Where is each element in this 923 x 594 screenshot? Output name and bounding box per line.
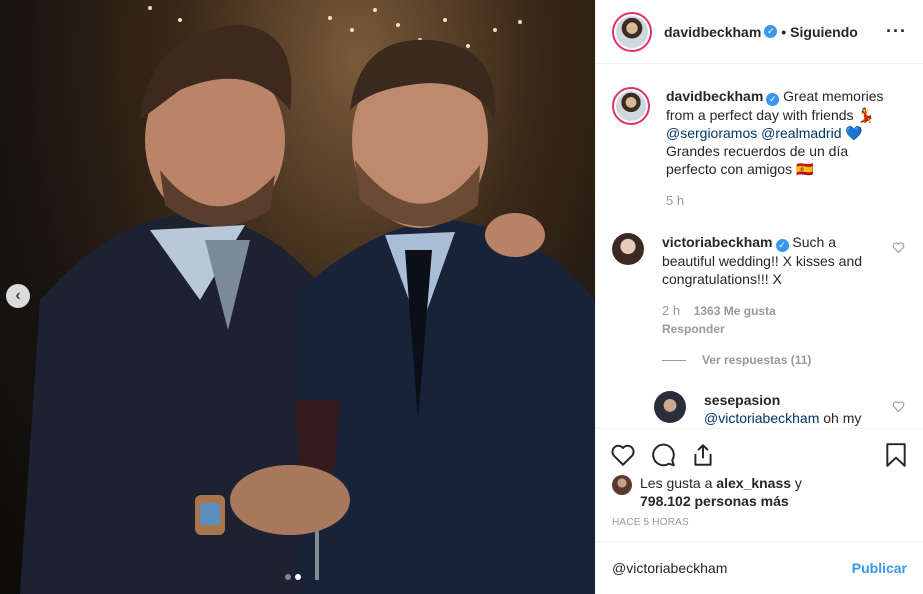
caption: davidbeckham ✓ Great memories from a perf… bbox=[596, 87, 923, 210]
mention-sergioramos[interactable]: @sergioramos bbox=[666, 125, 757, 141]
comment-item: victoriabeckham ✓ Such a beautiful weddin… bbox=[596, 233, 923, 338]
author-avatar[interactable] bbox=[612, 11, 652, 52]
comment-composer: @victoriabeckham Publicar bbox=[596, 541, 923, 594]
blue-heart-emoji-icon: 💙 bbox=[845, 125, 863, 141]
post-header: davidbeckham ✓ • Siguiendo ··· bbox=[596, 0, 923, 64]
commenter-avatar[interactable] bbox=[612, 233, 644, 265]
ellipsis-icon[interactable]: ··· bbox=[886, 21, 907, 42]
comment-meta: 2 h 1363 Me gusta bbox=[662, 302, 888, 320]
reply-button[interactable]: Responder bbox=[662, 320, 888, 338]
verified-badge-icon: ✓ bbox=[764, 25, 778, 38]
reply-body: sesepasion @victoriabeckham oh my bbox=[704, 391, 874, 427]
caption-body: davidbeckham ✓ Great memories from a perf… bbox=[666, 87, 892, 210]
replies-divider bbox=[662, 359, 686, 361]
view-replies-label: Ver respuestas (11) bbox=[702, 353, 812, 367]
caption-time: 5 h bbox=[666, 193, 685, 208]
verified-badge-icon: ✓ bbox=[766, 93, 780, 106]
author-username[interactable]: davidbeckham bbox=[664, 24, 761, 40]
commenter-username[interactable]: victoriabeckham bbox=[662, 234, 773, 250]
comment-time: 2 h bbox=[662, 303, 681, 318]
carousel-dots bbox=[285, 574, 301, 580]
save-bookmark-icon[interactable] bbox=[883, 442, 909, 468]
like-comment-heart-icon[interactable] bbox=[892, 241, 905, 254]
comment-input[interactable]: @victoriabeckham bbox=[612, 560, 852, 576]
like-heart-icon[interactable] bbox=[610, 442, 636, 468]
replier-avatar[interactable] bbox=[654, 391, 686, 423]
reply-item: sesepasion @victoriabeckham oh my bbox=[596, 391, 923, 427]
spain-flag-emoji-icon: 🇪🇸 bbox=[795, 161, 814, 177]
likes-connector: y bbox=[794, 475, 802, 491]
reply-text: oh my bbox=[823, 410, 862, 426]
likes-prefix: Les gusta a bbox=[640, 475, 713, 491]
reply-mention[interactable]: @victoriabeckham bbox=[704, 410, 819, 426]
verified-badge-icon: ✓ bbox=[775, 239, 789, 252]
carousel-dot-active bbox=[295, 574, 301, 580]
comment-bubble-icon[interactable] bbox=[650, 442, 676, 468]
mention-realmadrid[interactable]: @realmadrid bbox=[761, 125, 841, 141]
caption-text-es: Grandes recuerdos de un día perfecto con… bbox=[666, 143, 849, 177]
replier-username[interactable]: sesepasion bbox=[704, 392, 780, 408]
comment-body: victoriabeckham ✓ Such a beautiful weddin… bbox=[662, 233, 888, 338]
post-side-panel: davidbeckham ✓ • Siguiendo ··· davidbeck… bbox=[595, 0, 923, 594]
comments-list[interactable]: davidbeckham ✓ Great memories from a perf… bbox=[596, 65, 923, 427]
post-photo[interactable]: ‹ bbox=[0, 0, 595, 594]
view-replies-button[interactable]: Ver respuestas (11) bbox=[662, 353, 811, 367]
action-bar bbox=[596, 428, 923, 480]
like-reply-heart-icon[interactable] bbox=[892, 400, 905, 413]
likes-count[interactable]: 798.102 personas más bbox=[640, 493, 789, 509]
liker-avatar[interactable] bbox=[612, 475, 632, 495]
caption-avatar[interactable] bbox=[612, 87, 650, 125]
carousel-dot bbox=[285, 574, 291, 580]
share-icon[interactable] bbox=[690, 442, 716, 468]
dancer-emoji-icon: 💃 bbox=[857, 107, 875, 123]
carousel-prev-button[interactable]: ‹ bbox=[6, 284, 30, 308]
header-separator: • bbox=[781, 23, 787, 40]
photo-illustration bbox=[20, 6, 595, 594]
caption-username[interactable]: davidbeckham bbox=[666, 88, 763, 104]
comment-likes[interactable]: 1363 Me gusta bbox=[694, 304, 776, 318]
publish-button[interactable]: Publicar bbox=[852, 560, 907, 576]
likes-text: Les gusta a alex_knass y 798.102 persona… bbox=[640, 474, 802, 510]
following-button[interactable]: Siguiendo bbox=[790, 24, 858, 40]
liker-username[interactable]: alex_knass bbox=[716, 475, 791, 491]
post-timestamp: HACE 5 HORAS bbox=[612, 517, 689, 528]
likes-summary: Les gusta a alex_knass y 798.102 persona… bbox=[612, 474, 907, 510]
